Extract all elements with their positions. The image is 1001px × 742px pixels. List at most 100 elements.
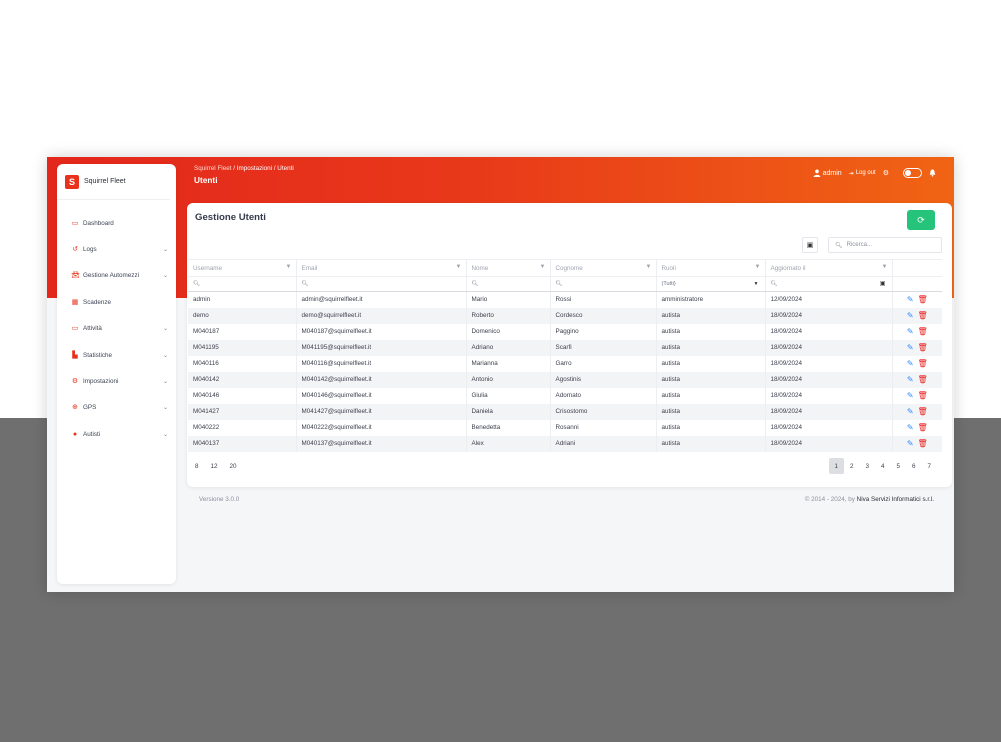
- cell-role: autista: [656, 355, 766, 372]
- trash-icon[interactable]: 🗑︎: [918, 311, 928, 320]
- page-button[interactable]: 7: [922, 458, 938, 474]
- refresh-button[interactable]: ⟳: [907, 210, 935, 230]
- sidebar-item-logs[interactable]: ↺ Logs ⌄: [57, 236, 176, 262]
- table-row[interactable]: admin admin@squirrelfleet.it Mario Rossi amm…: [188, 291, 942, 308]
- sidebar-nav: ▭ Dashboard ↺ Logs ⌄ 🚘︎ Gestione Automezzi ⌄ ▦ Sc…: [57, 210, 176, 448]
- version-label: Versione 3.0.0: [199, 496, 240, 503]
- user-menu[interactable]: admin: [813, 169, 842, 177]
- filter-icon[interactable]: ▼: [286, 264, 292, 270]
- settings-button[interactable]: ⚙: [883, 169, 889, 177]
- trash-icon[interactable]: 🗑︎: [918, 343, 928, 352]
- edit-icon[interactable]: ✎: [907, 359, 914, 368]
- trash-icon[interactable]: 🗑︎: [918, 407, 928, 416]
- page-button[interactable]: 4: [875, 458, 891, 474]
- edit-icon[interactable]: ✎: [907, 439, 914, 448]
- table-row[interactable]: M041427 M041427@squirrelfleet.it Daniela Cr…: [188, 403, 942, 420]
- filter-icon[interactable]: ▼: [646, 264, 652, 270]
- table-row[interactable]: M040222 M040222@squirrelfleet.it Benedetta…: [188, 419, 942, 436]
- logout-link[interactable]: ⇥ Log out: [849, 170, 876, 177]
- filter-cell[interactable]: 🔍︎: [466, 276, 551, 292]
- cell-first-name: Giulia: [466, 387, 551, 404]
- column-header[interactable]: Email ▼: [296, 259, 467, 277]
- edit-icon[interactable]: ✎: [907, 391, 914, 400]
- trash-icon[interactable]: 🗑︎: [918, 423, 928, 432]
- table-row[interactable]: demo demo@squirrelfleet.it Roberto Cordesco…: [188, 307, 942, 324]
- filter-icon[interactable]: ▼: [540, 264, 546, 270]
- page-button[interactable]: 2: [844, 458, 860, 474]
- app-window: S Squirrel Fleet ▭ Dashboard ↺ Logs ⌄ 🚘︎ Gesti…: [47, 157, 954, 592]
- filter-cell[interactable]: 🔍︎: [296, 276, 467, 292]
- breadcrumb-root[interactable]: Squirrel Fleet: [194, 165, 231, 172]
- page-button[interactable]: 6: [906, 458, 922, 474]
- cell-role: autista: [656, 307, 766, 324]
- cell-last-name: Agostinis: [550, 371, 657, 388]
- gear-icon: ⚙: [882, 170, 889, 177]
- filter-icon[interactable]: ▼: [755, 264, 761, 270]
- filter-cell[interactable]: 🔍︎ ▣: [765, 276, 893, 292]
- brand[interactable]: S Squirrel Fleet: [57, 164, 170, 200]
- sidebar-item-autisti[interactable]: ● Autisti ⌄: [57, 421, 176, 447]
- edit-icon[interactable]: ✎: [907, 295, 914, 304]
- sidebar-item-label: Statistiche: [83, 351, 113, 359]
- table-row[interactable]: M040137 M040137@squirrelfleet.it Alex Adria…: [188, 435, 942, 452]
- filter-cell[interactable]: 🔍︎: [550, 276, 657, 292]
- edit-icon[interactable]: ✎: [907, 375, 914, 384]
- role-filter-select[interactable]: (Tutti): [662, 281, 676, 287]
- dashboard-icon: ▭: [71, 219, 79, 227]
- edit-icon[interactable]: ✎: [907, 311, 914, 320]
- column-header[interactable]: Username ▼: [188, 259, 297, 277]
- column-header[interactable]: Nome ▼: [466, 259, 551, 277]
- sidebar-item-statistiche[interactable]: ▙ Statistiche ⌄: [57, 342, 176, 368]
- filter-icon[interactable]: ▼: [882, 264, 888, 270]
- page-size-option[interactable]: 12: [211, 463, 218, 470]
- theme-toggle[interactable]: [903, 168, 922, 178]
- page-title: Utenti: [194, 175, 218, 185]
- column-header-label: Email: [301, 264, 318, 272]
- search-icon: 🔍︎: [770, 281, 778, 287]
- chart-icon: ▙: [72, 351, 78, 359]
- trash-icon[interactable]: 🗑︎: [918, 439, 928, 448]
- column-header[interactable]: Aggiornato il ▼: [765, 259, 893, 277]
- edit-icon[interactable]: ✎: [907, 327, 914, 336]
- page-button[interactable]: 3: [860, 458, 876, 474]
- column-header[interactable]: Cognome ▼: [550, 259, 657, 277]
- sidebar-item-attivit-[interactable]: ▭ Attività ⌄: [57, 316, 176, 342]
- page-size-option[interactable]: 20: [230, 463, 237, 470]
- notifications-button[interactable]: [929, 169, 936, 177]
- edit-icon[interactable]: ✎: [907, 343, 914, 352]
- sidebar-item-scadenze[interactable]: ▦ Scadenze: [57, 289, 176, 315]
- sidebar-item-gps[interactable]: ⊕ GPS ⌄: [57, 395, 176, 421]
- edit-icon[interactable]: ✎: [907, 423, 914, 432]
- search-field[interactable]: 🔍︎ Ricerca...: [828, 237, 942, 253]
- sidebar-item-gestione-automezzi[interactable]: 🚘︎ Gestione Automezzi ⌄: [57, 263, 176, 289]
- sidebar-item-dashboard[interactable]: ▭ Dashboard: [57, 210, 176, 236]
- page-size-option[interactable]: 8: [195, 463, 199, 470]
- page-size-selector: 8 12 20: [195, 463, 237, 470]
- table-row[interactable]: M040146 M040146@squirrelfleet.it Giulia Ado…: [188, 387, 942, 404]
- copyright-text: © 2014 - 2024, by: [804, 496, 857, 503]
- page-button[interactable]: 5: [891, 458, 907, 474]
- edit-icon[interactable]: ✎: [907, 407, 914, 416]
- cell-role: autista: [656, 403, 766, 420]
- trash-icon[interactable]: 🗑︎: [918, 375, 928, 384]
- row-actions: ✎ 🗑︎: [892, 388, 942, 404]
- trash-icon[interactable]: 🗑︎: [918, 359, 928, 368]
- filter-cell[interactable]: 🔍︎: [188, 276, 297, 292]
- column-header[interactable]: Ruoli ▼: [656, 259, 766, 277]
- table-row[interactable]: M040142 M040142@squirrelfleet.it Antonio Ag…: [188, 371, 942, 388]
- trash-icon[interactable]: 🗑︎: [918, 391, 928, 400]
- table-row[interactable]: M040187 M040187@squirrelfleet.it Domenico P…: [188, 323, 942, 340]
- cell-username: admin: [188, 291, 297, 308]
- trash-icon[interactable]: 🗑︎: [918, 295, 928, 304]
- sidebar-item-impostazioni[interactable]: ⚙ Impostazioni ⌄: [57, 368, 176, 394]
- table-row[interactable]: M040116 M040116@squirrelfleet.it Marianna G…: [188, 355, 942, 372]
- cell-username: M041195: [188, 339, 297, 356]
- column-chooser-button[interactable]: ▣: [802, 237, 818, 253]
- trash-icon[interactable]: 🗑︎: [918, 327, 928, 336]
- page-button[interactable]: 1: [828, 458, 844, 474]
- filter-icon[interactable]: ▼: [456, 264, 462, 270]
- filter-cell[interactable]: (Tutti) ▼: [656, 276, 766, 292]
- table-row[interactable]: M041195 M041195@squirrelfleet.it Adriano Sc…: [188, 339, 942, 356]
- calendar-icon[interactable]: ▣: [880, 280, 886, 287]
- chevron-down-icon: ⌄: [162, 379, 168, 386]
